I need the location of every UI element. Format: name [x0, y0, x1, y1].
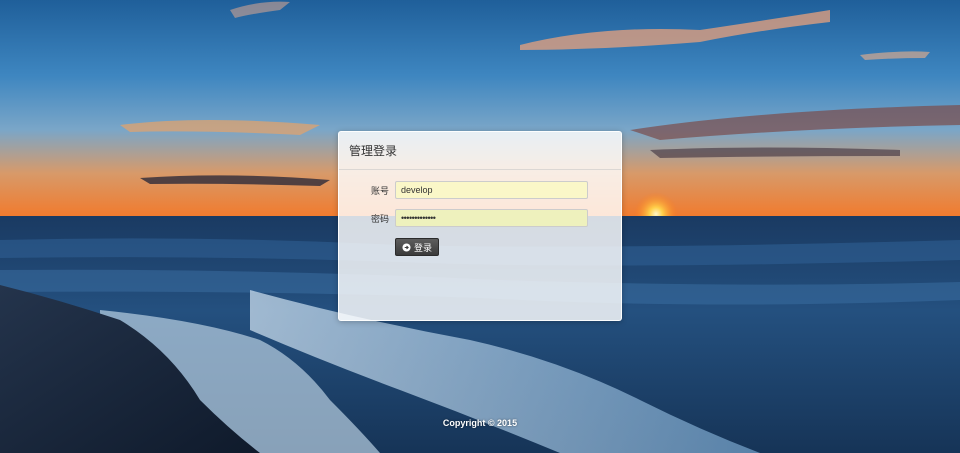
account-label: 账号	[370, 185, 389, 196]
password-input[interactable]	[395, 209, 588, 227]
account-row: 账号	[339, 180, 623, 200]
password-row: 密码	[339, 208, 623, 228]
login-button[interactable]: 登录	[395, 238, 439, 256]
login-button-label: 登录	[413, 242, 432, 253]
arrow-right-circle-icon	[402, 242, 411, 252]
login-panel: 管理登录 账号 密码 登录	[338, 131, 622, 321]
copyright-text: Copyright © 2015	[442, 418, 518, 428]
login-page: 管理登录 账号 密码 登录 Copyright © 2015	[0, 0, 960, 453]
panel-header: 管理登录	[339, 132, 621, 170]
account-input[interactable]	[395, 181, 588, 199]
password-label: 密码	[370, 213, 389, 224]
panel-title: 管理登录	[349, 144, 398, 158]
